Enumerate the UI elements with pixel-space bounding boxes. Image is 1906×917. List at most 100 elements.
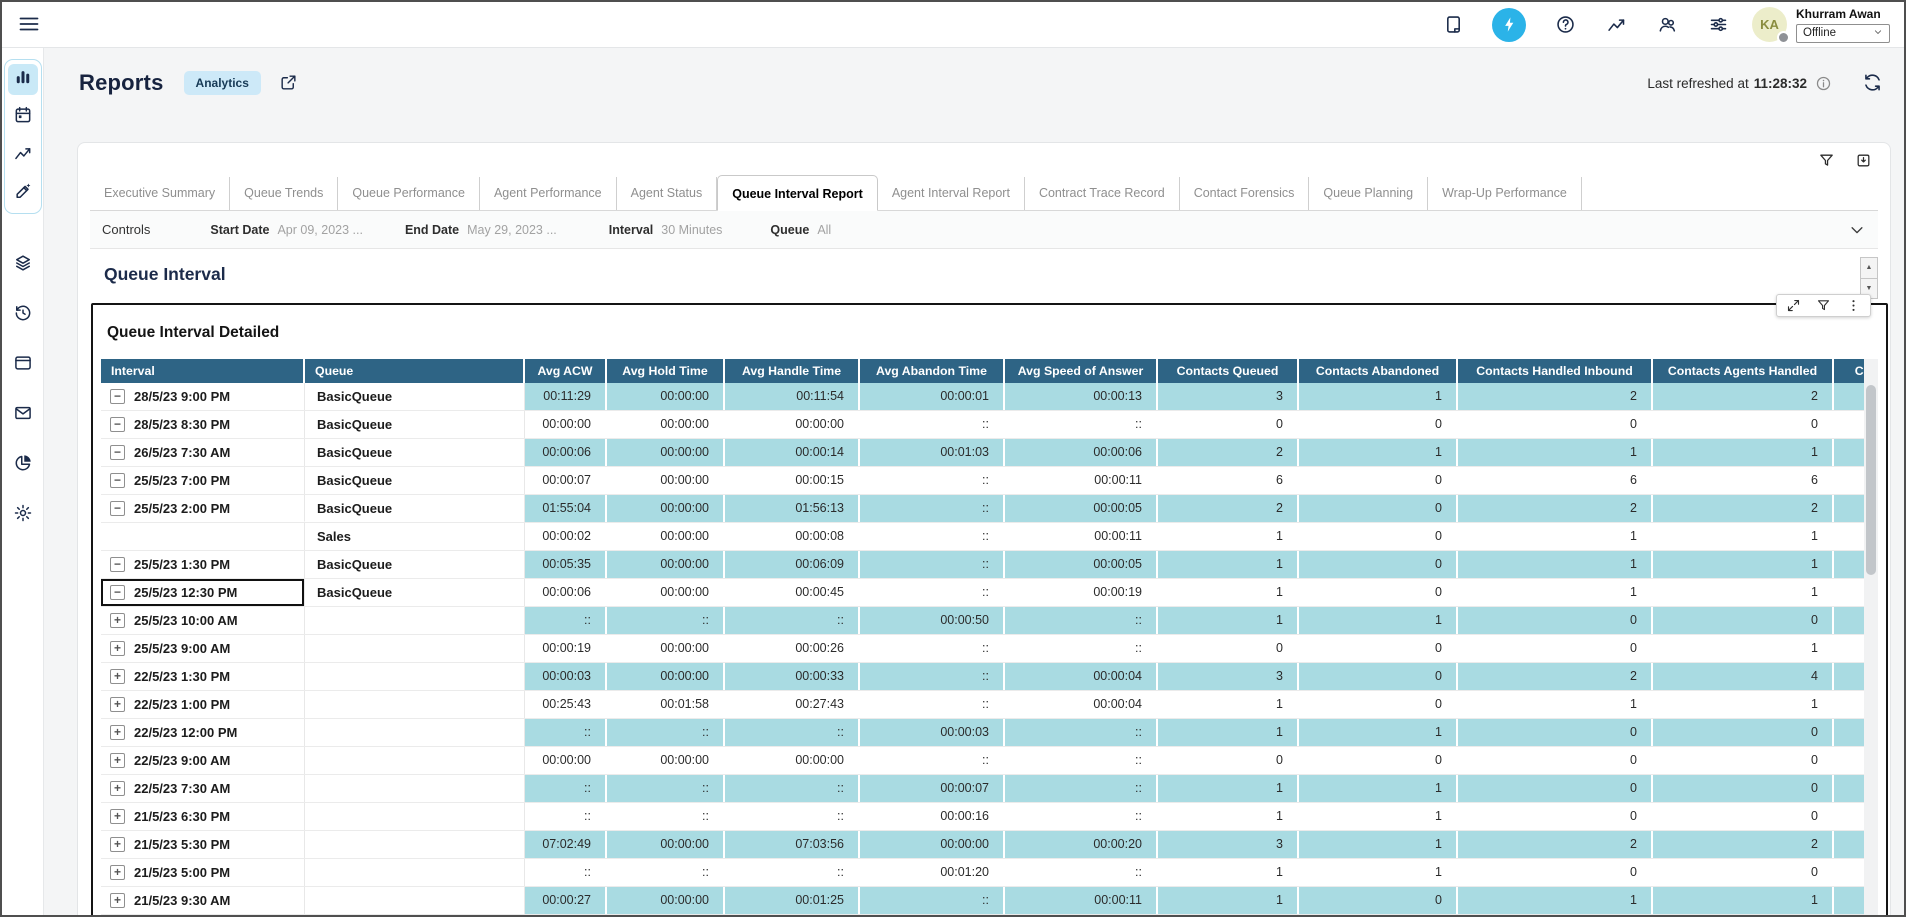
cell-avg-speed-of-answer[interactable]: :: — [1005, 747, 1158, 774]
cell-avg-abandon-time[interactable]: 00:00:50 — [860, 607, 1005, 634]
controls-collapse-chevron-icon[interactable] — [1848, 221, 1866, 239]
cell-avg-abandon-time[interactable]: 00:01:20 — [860, 859, 1005, 886]
tab-wrap-up-performance[interactable]: Wrap-Up Performance — [1428, 177, 1582, 210]
expand-row-icon[interactable]: + — [110, 781, 125, 796]
interval-cell[interactable]: −28/5/23 9:00 PM — [101, 383, 305, 410]
cell-avg-speed-of-answer[interactable]: 00:00:11 — [1005, 523, 1158, 550]
cell-avg-abandon-time[interactable]: :: — [860, 635, 1005, 662]
queue-cell[interactable]: Sales — [305, 523, 525, 550]
expand-row-icon[interactable]: + — [110, 725, 125, 740]
cell-contacts-agents-handled[interactable]: 1 — [1653, 579, 1834, 606]
expand-row-icon[interactable]: + — [110, 669, 125, 684]
cell-avg-abandon-time[interactable]: :: — [860, 551, 1005, 578]
cell-contacts-queued[interactable]: 1 — [1158, 803, 1299, 830]
interval-cell[interactable]: −28/5/23 8:30 PM — [101, 411, 305, 438]
interval-cell[interactable]: +22/5/23 7:30 AM — [101, 775, 305, 802]
interval-cell[interactable]: +22/5/23 1:00 PM — [101, 691, 305, 718]
cell-contacts-handled-inbound[interactable]: 1 — [1458, 691, 1653, 718]
cell-avg-acw[interactable]: 00:00:02 — [525, 523, 607, 550]
cell-avg-speed-of-answer[interactable]: :: — [1005, 803, 1158, 830]
collapse-row-icon[interactable]: − — [110, 501, 125, 516]
expand-row-icon[interactable]: + — [110, 837, 125, 852]
cell-contacts-handled-inbound[interactable]: 0 — [1458, 411, 1653, 438]
control-queue[interactable]: QueueAll — [770, 223, 831, 237]
cell-contacts-abandoned[interactable]: 1 — [1299, 383, 1458, 410]
queue-cell[interactable]: BasicQueue — [305, 439, 525, 466]
cell-contacts-agents-handled[interactable]: 0 — [1653, 747, 1834, 774]
cell-avg-handle-time[interactable]: :: — [725, 719, 860, 746]
queue-cell[interactable]: BasicQueue — [305, 579, 525, 606]
column-header-avg-handle-time[interactable]: Avg Handle Time — [725, 359, 860, 383]
cell-contacts-queued[interactable]: 1 — [1158, 887, 1299, 914]
lightning-icon[interactable] — [1492, 8, 1526, 42]
cell-contacts-queued[interactable]: 2 — [1158, 495, 1299, 522]
queue-cell[interactable]: BasicQueue — [305, 495, 525, 522]
cell-avg-speed-of-answer[interactable]: :: — [1005, 411, 1158, 438]
cell-contacts-handled-inbound[interactable]: 2 — [1458, 663, 1653, 690]
cell-contacts-agents-handled[interactable]: 6 — [1653, 467, 1834, 494]
collapse-row-icon[interactable]: − — [110, 417, 125, 432]
cell-avg-acw[interactable]: 00:25:43 — [525, 691, 607, 718]
queue-cell[interactable] — [305, 831, 525, 858]
cell-avg-acw[interactable]: 00:00:03 — [525, 663, 607, 690]
cell-contacts-agents-handled[interactable]: 4 — [1653, 663, 1834, 690]
cell-contacts-agents-handled[interactable]: 0 — [1653, 775, 1834, 802]
cell-avg-acw[interactable]: :: — [525, 859, 607, 886]
cell-contacts-abandoned[interactable]: 0 — [1299, 887, 1458, 914]
cell-avg-hold-time[interactable]: 00:01:58 — [607, 691, 725, 718]
cell-contacts-agents-handled[interactable]: 1 — [1653, 635, 1834, 662]
cell-contacts-agents-handled[interactable]: 2 — [1653, 383, 1834, 410]
cell-avg-hold-time[interactable]: 00:00:00 — [607, 495, 725, 522]
cell-avg-handle-time[interactable]: 00:00:33 — [725, 663, 860, 690]
cell-contacts-agents-handled[interactable]: 2 — [1653, 495, 1834, 522]
cell-contacts-handled-inbound[interactable]: 0 — [1458, 859, 1653, 886]
line-chart-icon[interactable] — [1604, 13, 1628, 37]
queue-cell[interactable] — [305, 775, 525, 802]
cell-avg-speed-of-answer[interactable]: :: — [1005, 859, 1158, 886]
cell-avg-handle-time[interactable]: 00:11:54 — [725, 383, 860, 410]
cell-avg-acw[interactable]: 00:00:00 — [525, 747, 607, 774]
cell-contacts-abandoned[interactable]: 0 — [1299, 579, 1458, 606]
sliders-icon[interactable] — [1706, 13, 1730, 37]
cell-avg-handle-time[interactable]: 00:01:25 — [725, 887, 860, 914]
cell-contacts-abandoned[interactable]: 0 — [1299, 495, 1458, 522]
cell-avg-abandon-time[interactable]: 00:01:03 — [860, 439, 1005, 466]
interval-cell[interactable] — [101, 523, 305, 550]
queue-cell[interactable] — [305, 635, 525, 662]
column-header-avg-acw[interactable]: Avg ACW — [525, 359, 607, 383]
cell-contacts-agents-handled[interactable]: 1 — [1653, 551, 1834, 578]
cell-contacts-queued[interactable]: 6 — [1158, 467, 1299, 494]
sidebar-item-gear[interactable] — [8, 500, 38, 531]
cell-avg-hold-time[interactable]: 00:00:00 — [607, 439, 725, 466]
collapse-row-icon[interactable]: − — [110, 389, 125, 404]
queue-cell[interactable] — [305, 663, 525, 690]
cell-contacts-handled-inbound[interactable]: 1 — [1458, 551, 1653, 578]
cell-contacts-agents-handled[interactable]: 1 — [1653, 439, 1834, 466]
sidebar-item-bar-chart[interactable] — [8, 64, 38, 95]
kebab-menu-icon[interactable] — [1846, 298, 1861, 313]
queue-cell[interactable] — [305, 887, 525, 914]
cell-avg-speed-of-answer[interactable]: 00:00:20 — [1005, 831, 1158, 858]
cell-contacts-queued[interactable]: 1 — [1158, 859, 1299, 886]
cell-avg-hold-time[interactable]: 00:00:00 — [607, 831, 725, 858]
cell-avg-handle-time[interactable]: 00:00:14 — [725, 439, 860, 466]
column-header-contacts-queued[interactable]: Contacts Queued — [1158, 359, 1299, 383]
cell-avg-acw[interactable]: 00:00:06 — [525, 439, 607, 466]
cell-contacts-abandoned[interactable]: 0 — [1299, 523, 1458, 550]
cell-avg-hold-time[interactable]: 00:00:00 — [607, 663, 725, 690]
tab-executive-summary[interactable]: Executive Summary — [90, 177, 230, 210]
expand-row-icon[interactable]: + — [110, 753, 125, 768]
cell-avg-abandon-time[interactable]: :: — [860, 579, 1005, 606]
cell-contacts-handled-inbound[interactable]: 0 — [1458, 775, 1653, 802]
cell-avg-speed-of-answer[interactable]: :: — [1005, 775, 1158, 802]
cell-avg-handle-time[interactable]: 00:00:45 — [725, 579, 860, 606]
cell-avg-handle-time[interactable]: 00:00:08 — [725, 523, 860, 550]
cell-avg-abandon-time[interactable]: 00:00:03 — [860, 719, 1005, 746]
cell-avg-abandon-time[interactable]: :: — [860, 495, 1005, 522]
cell-avg-hold-time[interactable]: :: — [607, 859, 725, 886]
queue-cell[interactable] — [305, 719, 525, 746]
cell-avg-acw[interactable]: 00:00:00 — [525, 411, 607, 438]
control-interval[interactable]: Interval30 Minutes — [609, 223, 723, 237]
tab-agent-performance[interactable]: Agent Performance — [480, 177, 617, 210]
tab-agent-status[interactable]: Agent Status — [617, 177, 718, 210]
